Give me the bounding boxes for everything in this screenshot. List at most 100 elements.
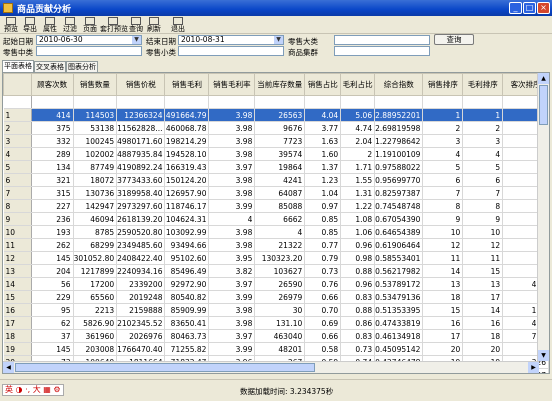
horizontal-scrollbar[interactable]: ◀ ▶: [3, 361, 539, 373]
toolbar-button-1[interactable]: 导出: [20, 17, 40, 33]
row-number[interactable]: 18: [3, 329, 32, 343]
table-cell[interactable]: 0.70: [304, 303, 342, 317]
table-cell[interactable]: 0.61906464: [374, 238, 424, 252]
table-cell[interactable]: 0.53479136: [374, 290, 424, 304]
table-cell[interactable]: 15: [422, 303, 464, 317]
table-cell[interactable]: 0.58553401: [374, 251, 424, 265]
table-cell[interactable]: 1.04: [304, 186, 342, 200]
table-cell[interactable]: 262: [31, 238, 74, 252]
table-cell[interactable]: 104624.31: [164, 212, 210, 226]
table-cell[interactable]: [208, 95, 256, 109]
table-cell[interactable]: 361960: [73, 329, 118, 343]
table-cell[interactable]: 2349485.60: [116, 238, 166, 252]
table-cell[interactable]: 1.19100109: [374, 147, 424, 161]
table-cell[interactable]: 193: [31, 225, 74, 239]
table-cell[interactable]: 1.23: [304, 173, 342, 187]
table-cell[interactable]: 0.64654389: [374, 225, 424, 239]
table-cell[interactable]: 4190892.24: [116, 160, 166, 174]
row-number[interactable]: 19: [3, 342, 32, 356]
toolbar-button-3[interactable]: 过滤: [60, 17, 80, 33]
table-cell[interactable]: 0.97588022: [374, 160, 424, 174]
table-cell[interactable]: 4.04: [304, 108, 342, 122]
table-cell[interactable]: 14: [462, 303, 504, 317]
row-number[interactable]: 16: [3, 303, 32, 317]
table-cell[interactable]: 53138: [73, 121, 118, 135]
table-cell[interactable]: 9: [462, 212, 504, 226]
table-cell[interactable]: 10: [462, 225, 504, 239]
table-cell[interactable]: 3.97: [208, 277, 256, 291]
table-cell[interactable]: 65560: [73, 290, 118, 304]
table-cell[interactable]: 1.08: [340, 212, 376, 226]
column-header[interactable]: 销售排序: [422, 73, 464, 96]
table-cell[interactable]: 1: [462, 108, 504, 122]
table-cell[interactable]: 130736: [73, 186, 118, 200]
chevron-down-icon[interactable]: ▼: [132, 36, 141, 44]
table-row[interactable]: 10 193 8785 2590520.80 103092.99 3.98 4 0.85 1.0…: [3, 225, 549, 239]
table-cell[interactable]: 4241: [254, 173, 306, 187]
data-grid[interactable]: 顾客次数 销售数量 销售价税 销售毛利 销售毛利率 当前库存数量 销售占比 毛利占比 综合指数销…: [2, 72, 550, 374]
query-button[interactable]: 查询: [434, 34, 474, 45]
table-cell[interactable]: 227: [31, 199, 74, 213]
table-cell[interactable]: 1.06: [340, 225, 376, 239]
table-cell[interactable]: 10: [422, 225, 464, 239]
table-cell[interactable]: 2019248: [116, 290, 166, 304]
table-cell[interactable]: 0.66: [304, 329, 342, 343]
table-row[interactable]: 17 62 5826.90 2102345.52 83650.41 3.98 131.10 0…: [3, 316, 549, 330]
table-cell[interactable]: 103627: [254, 264, 306, 278]
table-cell[interactable]: 2: [462, 121, 504, 135]
table-cell[interactable]: 17: [462, 290, 504, 304]
table-cell[interactable]: 1.71: [340, 160, 376, 174]
table-cell[interactable]: 0.85: [304, 212, 342, 226]
table-cell[interactable]: 4: [422, 147, 464, 161]
table-cell[interactable]: 95: [31, 303, 74, 317]
row-number[interactable]: 14: [3, 277, 32, 291]
row-number[interactable]: 4: [3, 147, 32, 161]
table-row[interactable]: 1 414 114503 12366324 491664.79 3.98 26563 4.04…: [3, 108, 549, 122]
table-cell[interactable]: 150124.20: [164, 173, 210, 187]
table-cell[interactable]: 315: [31, 186, 74, 200]
table-cell[interactable]: 3: [462, 134, 504, 148]
table-cell[interactable]: 13: [422, 277, 464, 291]
row-number[interactable]: 2: [3, 121, 32, 135]
scroll-thumb[interactable]: [15, 363, 315, 372]
table-cell[interactable]: 85088: [254, 199, 306, 213]
product-group-input[interactable]: [334, 46, 430, 56]
table-cell[interactable]: 2.04: [340, 134, 376, 148]
table-cell[interactable]: 1.63: [304, 134, 342, 148]
table-cell[interactable]: 100245: [73, 134, 118, 148]
table-row[interactable]: 3 332 100245 4980171.60 198214.29 3.98 7723 1.6…: [3, 134, 549, 148]
row-number[interactable]: 1: [3, 108, 32, 122]
row-number[interactable]: 13: [3, 264, 32, 278]
table-cell[interactable]: 3.98: [208, 147, 256, 161]
table-cell[interactable]: 11562828...: [116, 121, 166, 135]
table-cell[interactable]: 118746.17: [164, 199, 210, 213]
table-cell[interactable]: 491664.79: [164, 108, 210, 122]
table-cell[interactable]: 2: [422, 121, 464, 135]
table-cell[interactable]: 0.74548748: [374, 199, 424, 213]
table-cell[interactable]: 0.96: [340, 238, 376, 252]
table-cell[interactable]: 0.77: [304, 238, 342, 252]
table-cell[interactable]: 26979: [254, 290, 306, 304]
table-cell[interactable]: 375: [31, 121, 74, 135]
table-cell[interactable]: 463040: [254, 329, 306, 343]
table-cell[interactable]: 1.37: [304, 160, 342, 174]
table-cell[interactable]: 11: [422, 251, 464, 265]
table-cell[interactable]: 4: [462, 147, 504, 161]
table-cell[interactable]: 21322: [254, 238, 306, 252]
table-cell[interactable]: 16: [462, 316, 504, 330]
table-row[interactable]: 18 37 361960 2026976 80463.73 3.97 463040 0.66 0…: [3, 329, 549, 343]
table-cell[interactable]: 0.58: [304, 342, 342, 356]
table-cell[interactable]: 1766470.40: [116, 342, 166, 356]
table-row[interactable]: 15 229 65560 2019248 80540.82 3.99 26979 0.66 0.…: [3, 290, 549, 304]
table-cell[interactable]: 4: [254, 225, 306, 239]
table-row[interactable]: 6 321 18072 3773433.60 150124.20 3.98 4241 1.23…: [3, 173, 549, 187]
table-cell[interactable]: 0.56217982: [374, 264, 424, 278]
table-cell[interactable]: 414: [31, 108, 74, 122]
table-cell[interactable]: 2590520.80: [116, 225, 166, 239]
table-cell[interactable]: 46094: [73, 212, 118, 226]
tab-cross-table[interactable]: 交叉表格: [34, 61, 66, 72]
table-cell[interactable]: 83650.41: [164, 316, 210, 330]
table-cell[interactable]: 3.99: [208, 290, 256, 304]
table-cell[interactable]: 7: [422, 186, 464, 200]
table-cell[interactable]: 20: [462, 342, 504, 356]
